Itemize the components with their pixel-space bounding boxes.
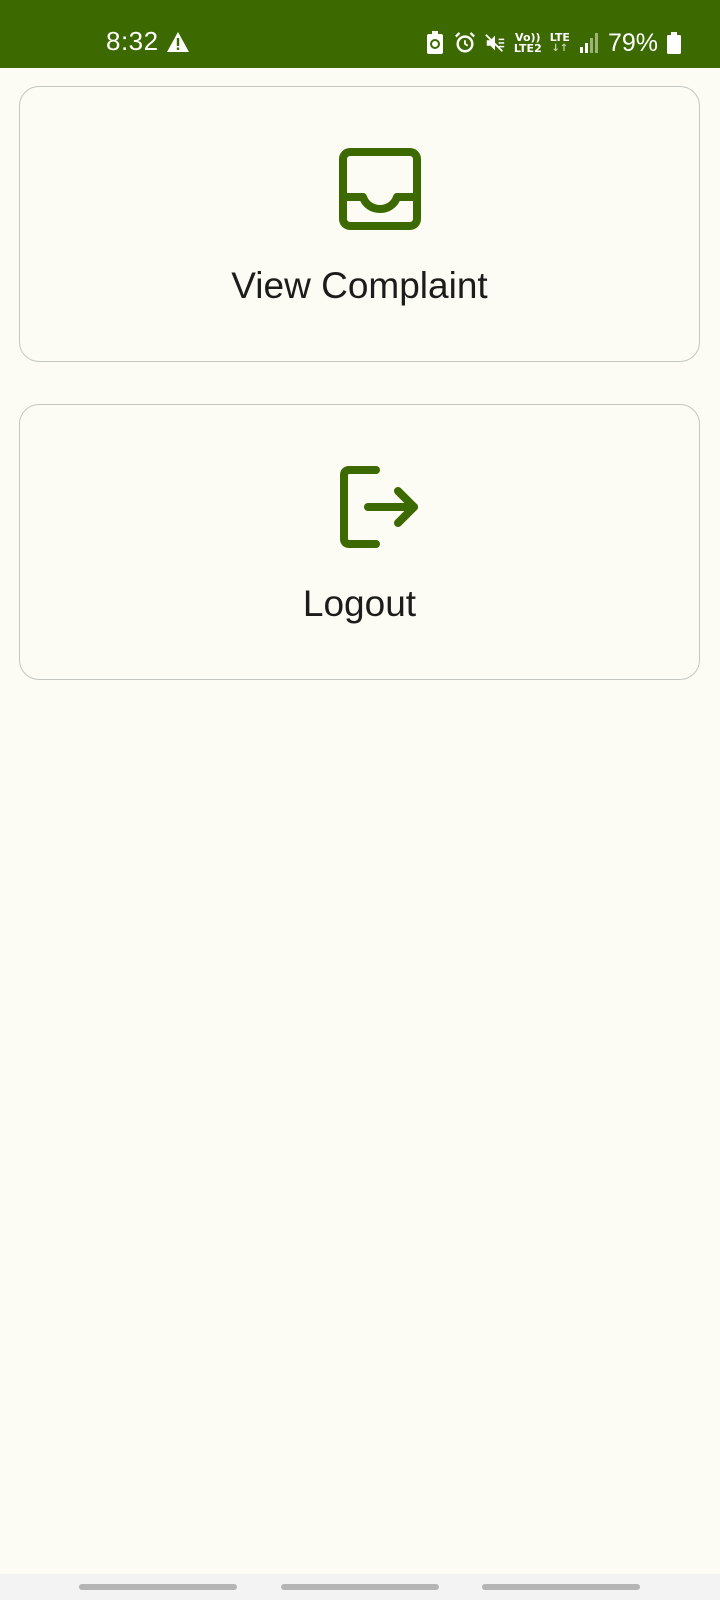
volte-icon: Vo)) LTE2	[514, 32, 542, 54]
view-complaint-label: View Complaint	[231, 265, 488, 306]
battery-icon	[667, 32, 681, 54]
status-icons: Vo)) LTE2 LTE ↓↑ 79%	[424, 28, 682, 58]
navigation-bar	[0, 1574, 720, 1600]
nav-recents-handle[interactable]	[79, 1584, 237, 1590]
signal-icon	[579, 33, 598, 53]
logout-icon	[340, 466, 418, 548]
battery-percent: 79%	[607, 28, 658, 57]
lte-label: LTE	[549, 31, 570, 44]
lte-icon: LTE ↓↑	[549, 31, 570, 54]
warning-icon	[167, 32, 189, 52]
view-complaint-card[interactable]: View Complaint	[19, 86, 700, 362]
status-time: 8:32	[106, 26, 159, 56]
inbox-tray-icon	[339, 148, 421, 230]
alarm-icon	[454, 32, 475, 53]
mute-icon	[485, 34, 505, 52]
nav-home-handle[interactable]	[281, 1584, 439, 1590]
nav-back-handle[interactable]	[482, 1584, 640, 1590]
status-bar: 8:32 Vo)) LTE2 LTE ↓↑ 79%	[0, 0, 720, 68]
lte2-label: LTE2	[513, 42, 542, 55]
battery-saver-icon	[426, 31, 443, 54]
logout-card[interactable]: Logout	[19, 404, 700, 680]
logout-label: Logout	[302, 583, 417, 624]
